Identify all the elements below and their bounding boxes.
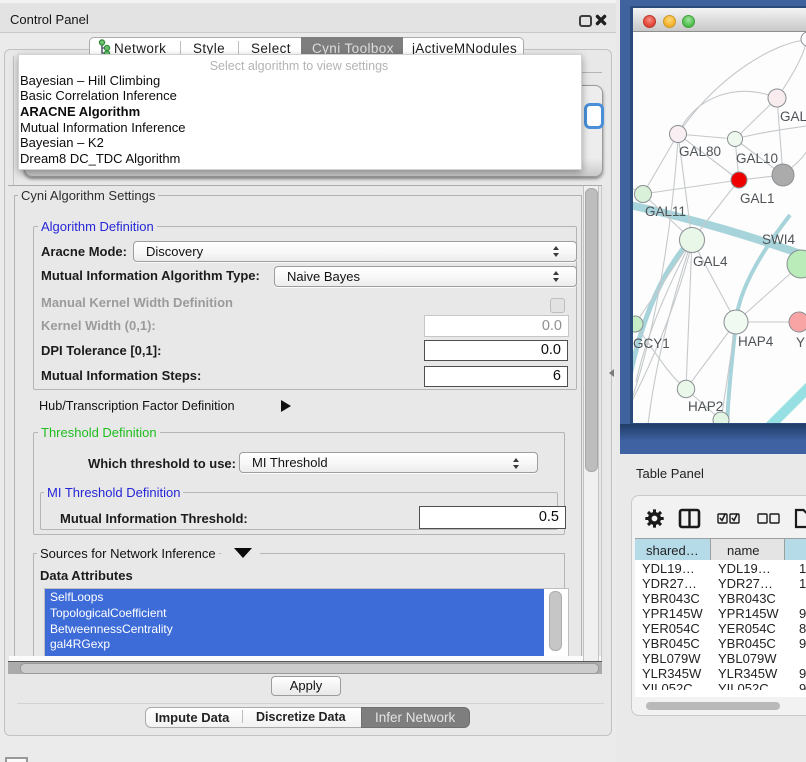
svg-text:GAL1: GAL1 — [740, 191, 775, 206]
svg-text:HAP4: HAP4 — [738, 334, 774, 349]
svg-text:GAL80: GAL80 — [679, 144, 721, 159]
svg-text:GAL10: GAL10 — [736, 151, 778, 166]
svg-text:GAL7: GAL7 — [780, 109, 806, 124]
svg-text:GAL11: GAL11 — [645, 204, 686, 219]
svg-text:GAL4: GAL4 — [693, 254, 728, 269]
svg-text:Y: Y — [796, 335, 805, 350]
svg-text:HAP2: HAP2 — [688, 399, 723, 414]
svg-text:SWI4: SWI4 — [762, 232, 795, 247]
svg-text:GCY1: GCY1 — [633, 336, 670, 351]
